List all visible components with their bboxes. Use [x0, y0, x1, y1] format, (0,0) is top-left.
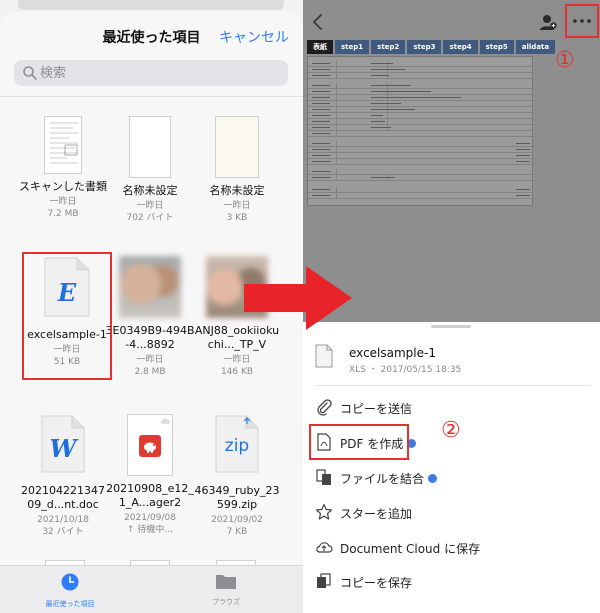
tab-browse[interactable]: ブラウズ: [176, 572, 276, 607]
cancel-button[interactable]: キャンセル: [219, 27, 289, 47]
menu-label: スターを追加: [340, 507, 413, 521]
scanned-doc-thumbnail: [44, 116, 82, 174]
premium-badge-icon: [428, 474, 438, 483]
photo-thumbnail: [119, 256, 181, 318]
file-size: 32 バイト: [42, 527, 84, 537]
file-date: 2021/09/08: [124, 513, 176, 523]
file-icon: [315, 344, 333, 368]
pdf-thumbnail: [127, 414, 173, 476]
create-pdf-highlight-frame: [309, 424, 409, 460]
file-item-untitled-1[interactable]: 名称未設定 一昨日 702 バイト: [105, 116, 195, 224]
word-glyph: W: [49, 434, 77, 463]
file-name: 20210908_e12_1_A...ager2: [106, 482, 194, 509]
tab-bar: 最近使った項目 ブラウズ: [0, 565, 303, 613]
sheet-tab[interactable]: 表紙: [307, 40, 333, 54]
star-icon: [315, 503, 333, 520]
file-date: 2021/09/02: [211, 515, 263, 525]
tab-recent[interactable]: 最近使った項目: [20, 572, 120, 609]
sheet-tab[interactable]: step1: [335, 40, 370, 54]
file-date: 一昨日: [136, 355, 164, 365]
file-date: 2021/10/18: [37, 515, 89, 525]
excelsample-highlight-frame: [22, 252, 112, 380]
sheet-tab[interactable]: alldata: [515, 40, 556, 54]
file-size: ↑ 待機中...: [127, 525, 173, 535]
piggy-bank-icon: [139, 435, 161, 457]
sheet-tabs: 表紙 step1 step2 step3 step4 step5 alldata: [307, 40, 556, 54]
file-date: 一昨日: [223, 201, 251, 211]
more-button-highlight-frame: [565, 4, 599, 38]
menu-add-star[interactable]: スターを追加: [315, 497, 590, 527]
menu-save-document-cloud[interactable]: Document Cloud に保存: [315, 532, 590, 562]
file-info-meta: XLS ・ 2017/05/15 18:35: [349, 365, 462, 375]
menu-save-copy[interactable]: コピーを保存: [315, 566, 590, 596]
blank-doc-thumbnail: [129, 116, 171, 178]
menu-label: Document Cloud に保存: [340, 542, 481, 556]
menu-label-text: ファイルを結合: [340, 472, 425, 486]
menu-label: コピーを保存: [340, 576, 413, 590]
more-icon[interactable]: [572, 18, 592, 24]
file-name: 3E0349B9-494B-4...8892: [105, 324, 195, 351]
sheet-tab[interactable]: step3: [407, 40, 442, 54]
menu-combine-files[interactable]: ファイルを結合: [315, 462, 590, 492]
file-item-pdf[interactable]: 20210908_e12_1_A...ager2 2021/09/08 ↑ 待機…: [105, 414, 195, 536]
share-user-icon[interactable]: [539, 13, 557, 31]
tab-label: ブラウズ: [212, 598, 240, 606]
search-input[interactable]: [40, 63, 280, 83]
zip-glyph: zip: [224, 436, 250, 456]
file-size: 7.2 MB: [47, 209, 79, 219]
search-icon: [23, 66, 37, 80]
file-item-doc[interactable]: W 20210422134709_d...nt.doc 2021/10/18 3…: [18, 414, 108, 538]
blank-doc-thumbnail: [215, 116, 259, 178]
cloud-upload-icon: [316, 542, 333, 553]
right-arrow-icon: [244, 266, 352, 330]
file-date: 一昨日: [49, 197, 77, 207]
file-size: 702 バイト: [126, 213, 174, 223]
divider: [0, 96, 303, 97]
sheet-background: [18, 0, 284, 10]
sheet-tab[interactable]: step2: [371, 40, 406, 54]
spreadsheet-page: [307, 56, 534, 206]
file-item-photo-1[interactable]: 3E0349B9-494B-4...8892 一昨日 2.8 MB: [105, 256, 195, 378]
file-size: 146 KB: [220, 367, 254, 377]
search-bar[interactable]: [14, 60, 288, 86]
annotation-2: ②: [441, 418, 461, 443]
file-item-scanned[interactable]: スキャンした書類 一昨日 7.2 MB: [18, 116, 108, 220]
file-name: スキャンした書類: [19, 180, 107, 193]
file-size: 2.8 MB: [134, 367, 166, 377]
folder-icon: [216, 575, 236, 589]
file-name: 46349_ruby_23599.zip: [194, 484, 280, 511]
file-date: 一昨日: [223, 355, 251, 365]
menu-label: ファイルを結合: [340, 470, 438, 487]
file-name: 20210422134709_d...nt.doc: [21, 484, 105, 511]
cloud-icon: [160, 418, 170, 424]
file-item-zip[interactable]: zip 46349_ruby_23599.zip 2021/09/02 7 KB: [192, 414, 282, 538]
divider: [315, 385, 590, 386]
sheet-header: 最近使った項目 キャンセル: [0, 12, 303, 58]
clock-icon: [61, 573, 79, 591]
sheet-grabber[interactable]: [431, 325, 471, 328]
file-size: 7 KB: [226, 527, 248, 537]
file-name: 名称未設定: [209, 184, 265, 197]
file-info-name: excelsample-1: [349, 346, 436, 360]
combine-icon: [316, 469, 331, 485]
annotation-1: ①: [555, 48, 575, 73]
copy-icon: [317, 573, 331, 588]
file-info-header: excelsample-1 XLS ・ 2017/05/15 18:35: [303, 330, 600, 386]
sheet-tab[interactable]: step5: [479, 40, 514, 54]
file-size: 3 KB: [226, 213, 248, 223]
file-date: 一昨日: [136, 201, 164, 211]
menu-label: コピーを送信: [340, 402, 413, 416]
screen: 最近使った項目 キャンセル 検索 スキャンした書類 一昨日 7.2 MB 名称未…: [0, 0, 600, 613]
file-item-untitled-2[interactable]: 名称未設定 一昨日 3 KB: [192, 116, 282, 224]
back-chevron-icon[interactable]: [311, 12, 325, 32]
file-name: 名称未設定: [122, 184, 178, 197]
tab-label: 最近使った項目: [45, 600, 95, 608]
sheet-tab[interactable]: step4: [443, 40, 478, 54]
paperclip-icon: [317, 399, 332, 416]
